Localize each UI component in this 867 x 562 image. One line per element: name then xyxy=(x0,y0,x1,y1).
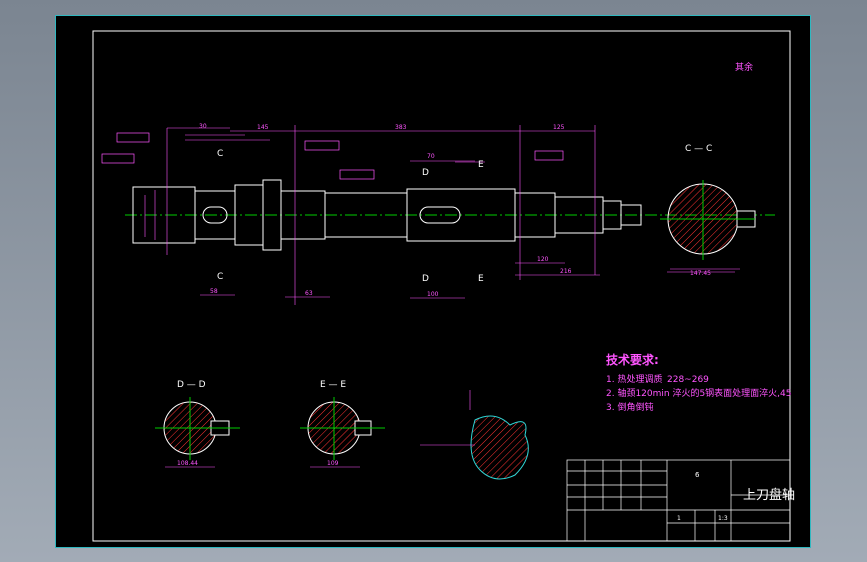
dim-2: 145 xyxy=(257,124,269,131)
dim-6: 120 xyxy=(537,256,549,263)
dim-12: 108.44 xyxy=(177,460,198,467)
section-c-view: 147.45 xyxy=(660,180,756,277)
tech-req-item-1: 1. 热处理调质 xyxy=(606,373,662,385)
dim-4: 125 xyxy=(553,124,565,131)
drawing-sheet: 其余 30 145 383 125 70 120 216 58 63 100 C… xyxy=(55,15,811,548)
drawing-number: 6 xyxy=(695,471,700,479)
quantity: 1 xyxy=(677,515,681,522)
section-e-title: E — E xyxy=(320,380,346,390)
section-c-top: C xyxy=(217,149,223,159)
technical-requirements: 技术要求: 1. 热处理调质 228~269 2. 轴颈120min 淬火的5钢… xyxy=(606,352,792,413)
section-d-view: 108.44 xyxy=(155,397,240,468)
detail-view xyxy=(420,390,529,480)
tech-req-title: 技术要求: xyxy=(606,352,659,367)
dim-7: 216 xyxy=(560,268,572,275)
section-e-bottom: E xyxy=(478,274,484,284)
section-e-view: 109 xyxy=(300,397,385,468)
remainder-mark: 其余 xyxy=(735,61,753,73)
section-d-bottom: D xyxy=(422,274,429,284)
section-c-bottom: C xyxy=(217,272,223,282)
cad-workspace: 其余 30 145 383 125 70 120 216 58 63 100 C… xyxy=(0,0,867,562)
section-e-top: E xyxy=(478,160,484,170)
dim-8: 58 xyxy=(210,288,218,295)
drawing-canvas: 其余 30 145 383 125 70 120 216 58 63 100 C… xyxy=(92,30,795,542)
tech-req-hardness: 228~269 xyxy=(667,375,709,385)
tech-req-item-2: 2. 轴颈120min 淬火的5钢表面处理面淬火,45 xyxy=(606,387,792,399)
part-name: 上刀盘轴 xyxy=(743,487,795,503)
dim-11: 147.45 xyxy=(690,270,711,277)
dim-3: 383 xyxy=(395,124,407,131)
tolerance-frames xyxy=(101,132,564,180)
scale: 1:3 xyxy=(718,515,728,522)
section-c-title: C — C xyxy=(685,144,712,154)
dim-1: 30 xyxy=(199,123,207,130)
dim-13: 109 xyxy=(327,460,339,467)
section-d-title: D — D xyxy=(177,380,206,390)
tech-req-item-3: 3. 倒角倒钝 xyxy=(606,401,653,413)
dim-9: 63 xyxy=(305,290,313,297)
dim-10: 100 xyxy=(427,291,439,298)
dim-5: 70 xyxy=(427,153,435,160)
section-d-top: D xyxy=(422,168,429,178)
